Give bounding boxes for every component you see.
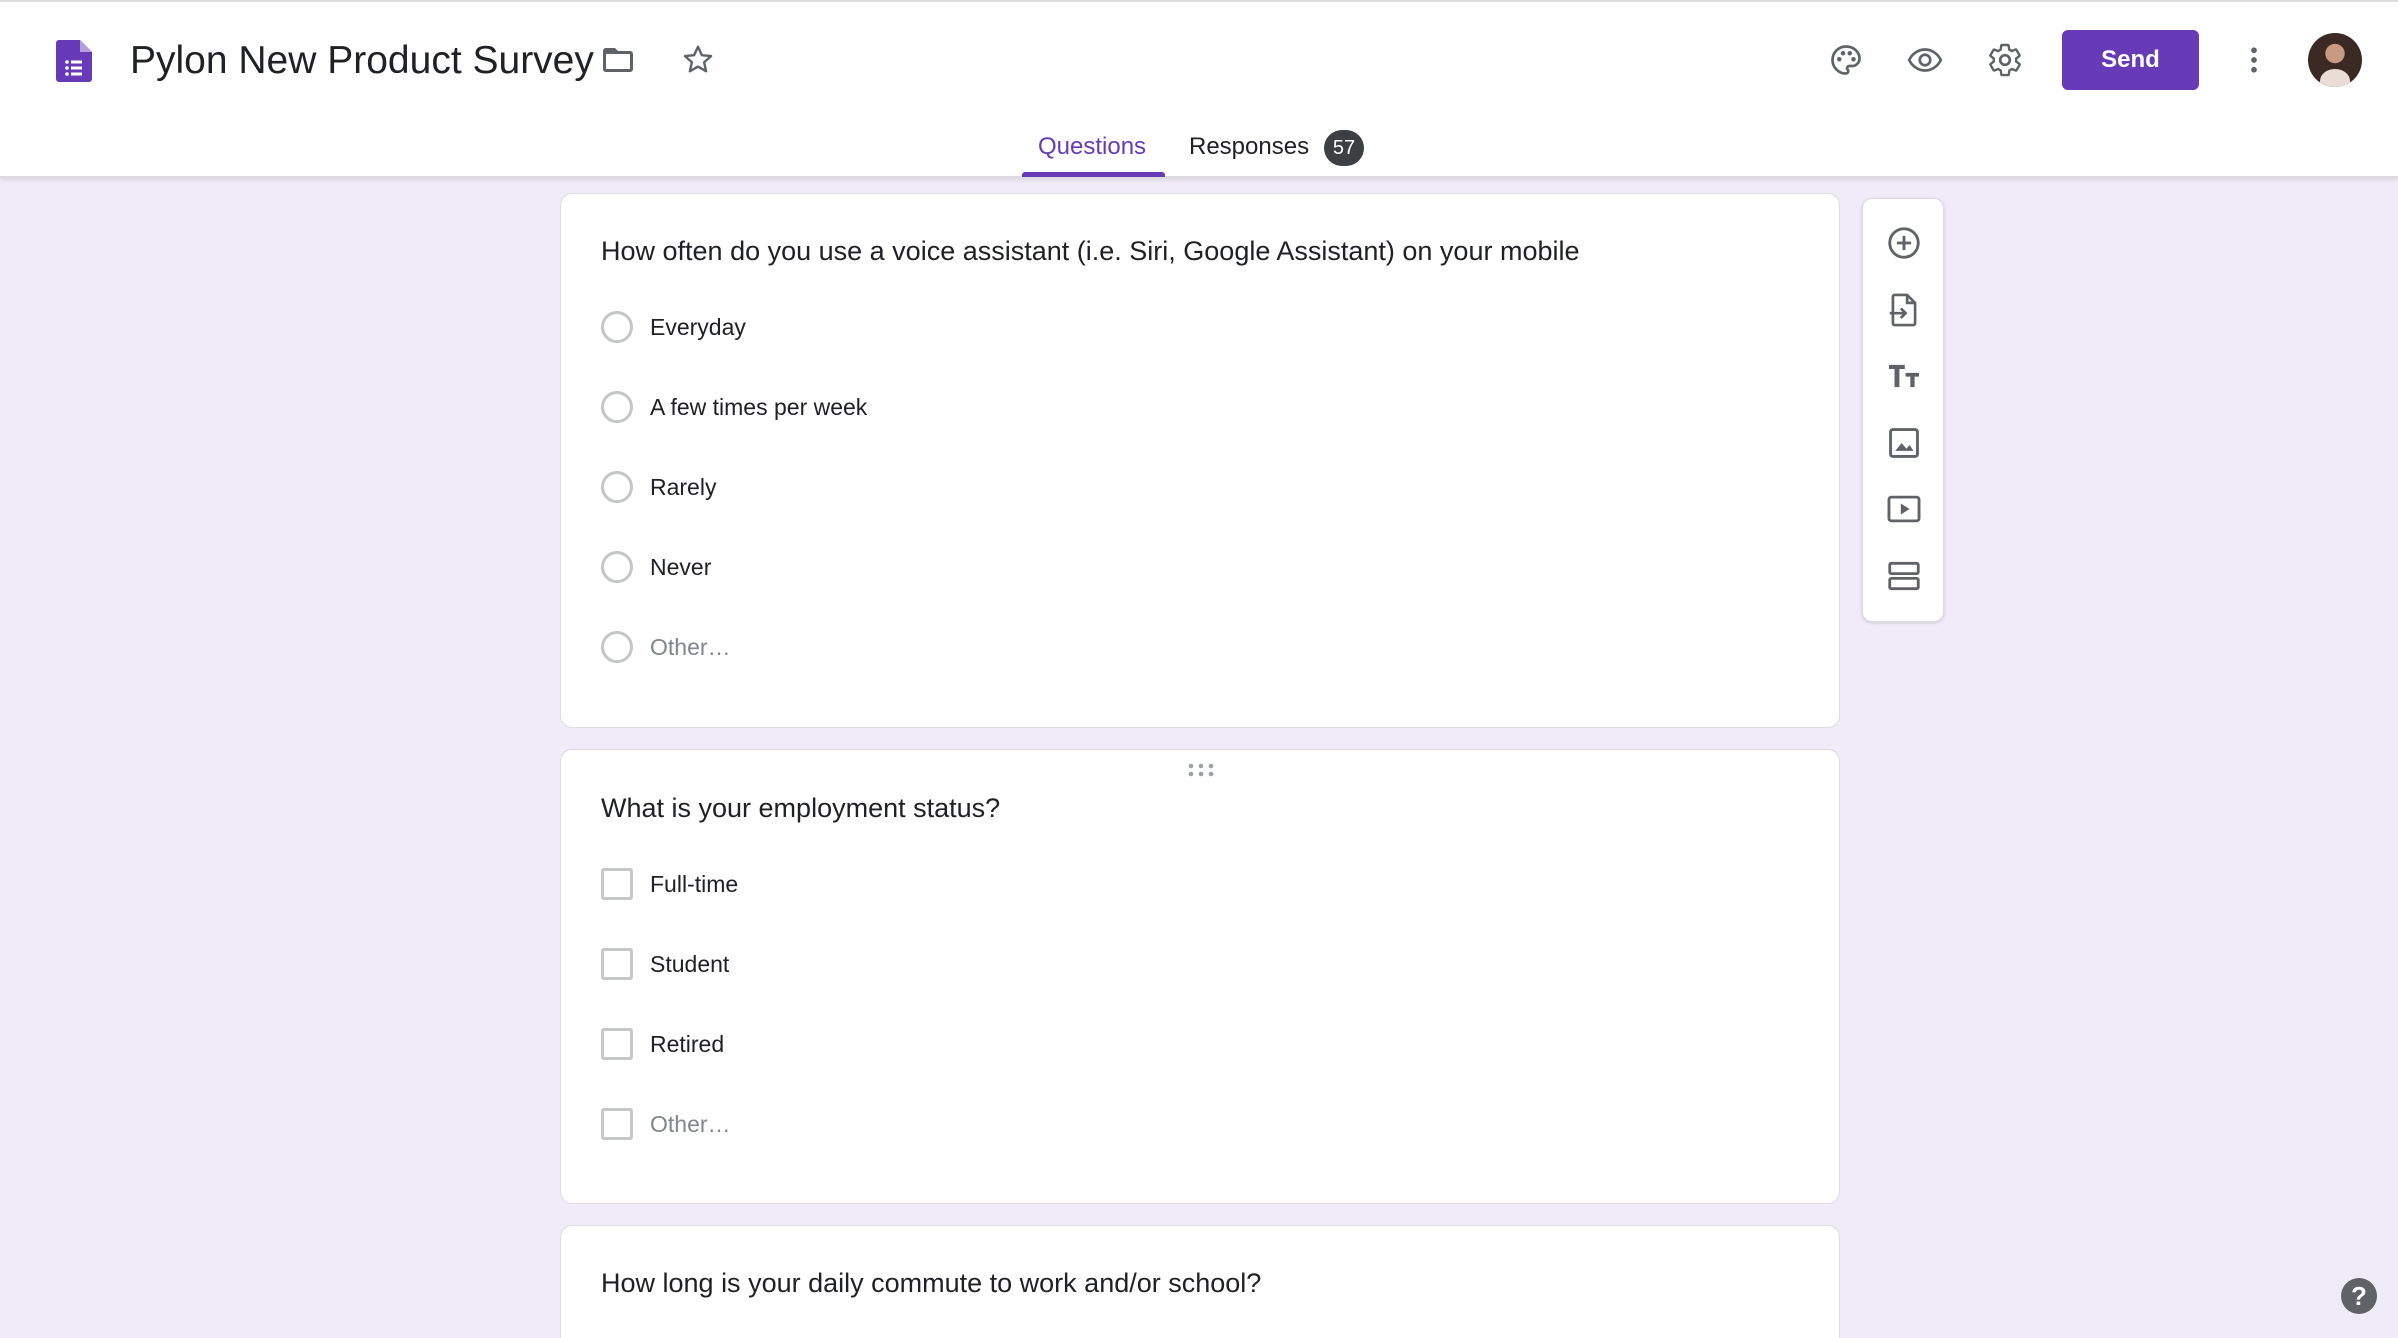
import-questions-icon[interactable] <box>1880 286 1928 334</box>
radio-option[interactable]: Rarely <box>601 467 716 507</box>
add-image-icon[interactable] <box>1880 419 1928 467</box>
help-button[interactable]: ? <box>2341 1278 2377 1314</box>
settings-gear-icon[interactable] <box>1977 32 2033 88</box>
add-video-icon[interactable] <box>1880 485 1928 533</box>
option-label: Never <box>650 553 712 580</box>
radio-option-other[interactable]: Other… <box>601 627 731 667</box>
add-section-icon[interactable] <box>1880 552 1928 600</box>
checkbox-option[interactable]: Full-time <box>601 864 738 904</box>
tab-responses[interactable]: Responses <box>1189 132 1309 162</box>
form-title[interactable]: Pylon New Product Survey <box>130 34 594 88</box>
checkbox[interactable] <box>601 1028 633 1060</box>
question-title[interactable]: How often do you use a voice assistant (… <box>601 236 1580 267</box>
star-icon[interactable] <box>670 32 726 88</box>
radio-button[interactable] <box>601 551 633 583</box>
question-card[interactable]: What is your employment status? Full-tim… <box>560 749 1840 1204</box>
checkbox-option-other[interactable]: Other… <box>601 1104 731 1144</box>
checkbox[interactable] <box>601 868 633 900</box>
checkbox-option[interactable]: Retired <box>601 1024 724 1064</box>
question-title[interactable]: What is your employment status? <box>601 793 1000 824</box>
option-label: Student <box>650 950 730 977</box>
more-vert-icon[interactable] <box>2226 32 2282 88</box>
drag-handle-icon[interactable] <box>1187 762 1215 778</box>
palette-icon[interactable] <box>1818 32 1874 88</box>
checkbox[interactable] <box>601 948 633 980</box>
responses-count-badge: 57 <box>1324 130 1364 166</box>
option-label: A few times per week <box>650 393 868 420</box>
add-question-icon[interactable] <box>1880 219 1928 267</box>
preview-eye-icon[interactable] <box>1897 32 1953 88</box>
option-label: Retired <box>650 1030 725 1057</box>
avatar[interactable] <box>2308 33 2362 87</box>
checkbox-option[interactable]: Student <box>601 944 729 984</box>
question-card[interactable]: How often do you use a voice assistant (… <box>560 193 1840 728</box>
checkbox[interactable] <box>601 1108 633 1140</box>
radio-option[interactable]: Everyday <box>601 307 746 347</box>
radio-button[interactable] <box>601 311 633 343</box>
forms-logo-icon[interactable] <box>56 40 92 82</box>
option-label: Full-time <box>650 870 739 897</box>
question-card[interactable]: How long is your daily commute to work a… <box>560 1225 1840 1338</box>
tab-questions[interactable]: Questions <box>1038 132 1146 162</box>
send-button[interactable]: Send <box>2062 30 2199 90</box>
radio-button[interactable] <box>601 471 633 503</box>
floating-toolbar <box>1862 198 1944 622</box>
option-label-other: Other… <box>650 633 731 660</box>
option-label: Rarely <box>650 473 717 500</box>
radio-option[interactable]: Never <box>601 547 711 587</box>
folder-icon[interactable] <box>590 32 646 88</box>
radio-option[interactable]: A few times per week <box>601 387 867 427</box>
option-label: Everyday <box>650 313 746 340</box>
add-title-icon[interactable] <box>1880 352 1928 400</box>
radio-button[interactable] <box>601 631 633 663</box>
active-tab-indicator <box>1022 172 1165 177</box>
option-label-other: Other… <box>650 1110 731 1137</box>
question-title[interactable]: How long is your daily commute to work a… <box>601 1268 1261 1299</box>
radio-button[interactable] <box>601 391 633 423</box>
app-header: Pylon New Product Survey Send Questions … <box>0 0 2398 178</box>
